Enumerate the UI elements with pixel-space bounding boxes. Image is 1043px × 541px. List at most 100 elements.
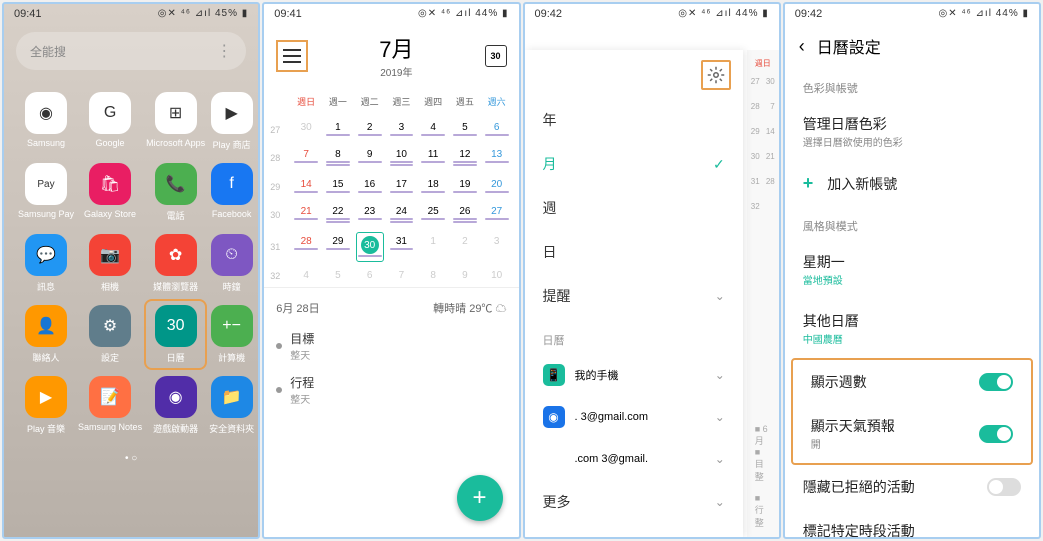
more-icon[interactable]: ⋮ bbox=[216, 41, 232, 61]
view-提醒[interactable]: 提醒⌄ bbox=[525, 274, 743, 318]
app-Samsung Pay[interactable]: PaySamsung Pay bbox=[16, 157, 76, 228]
setting-顯示週數[interactable]: 顯示週數 bbox=[793, 360, 1031, 404]
calendar-grid[interactable]: 2730123456287891011121329141516171819203… bbox=[264, 116, 518, 287]
calendar-day[interactable]: 13 bbox=[481, 143, 513, 173]
calendar-day[interactable]: 2 bbox=[354, 116, 386, 143]
account-item[interactable]: ◉. 3@gmail.com⌄ bbox=[525, 396, 743, 438]
calendar-day[interactable]: 3 bbox=[386, 116, 418, 143]
calendar-day[interactable]: 29 bbox=[322, 230, 354, 264]
app-Microsoft Apps[interactable]: ⊞Microsoft Apps bbox=[144, 86, 207, 157]
setting-隱藏已拒絕的活動[interactable]: 隱藏已拒絕的活動 bbox=[785, 465, 1039, 509]
app-icon: 🛍 bbox=[89, 163, 131, 205]
calendar-day[interactable]: 4 bbox=[417, 116, 449, 143]
calendar-day[interactable]: 23 bbox=[354, 200, 386, 230]
app-計算機[interactable]: +−計算機 bbox=[207, 299, 256, 370]
toggle-switch[interactable] bbox=[987, 478, 1021, 496]
app-icon: ▶ bbox=[25, 376, 67, 418]
view-月[interactable]: 月 bbox=[525, 142, 743, 186]
app-Play 音樂[interactable]: ▶Play 音樂 bbox=[16, 370, 76, 441]
toggle-switch[interactable] bbox=[979, 373, 1013, 391]
event-item[interactable]: 行程整天 bbox=[276, 368, 506, 412]
back-icon[interactable]: ‹ bbox=[799, 36, 805, 57]
app-Galaxy Store[interactable]: 🛍Galaxy Store bbox=[76, 157, 144, 228]
calendar-day[interactable]: 8 bbox=[322, 143, 354, 173]
app-icon: 📁 bbox=[211, 376, 253, 418]
calendar-day[interactable]: 5 bbox=[449, 116, 481, 143]
setting-星期一[interactable]: 星期一當地預設 bbox=[785, 240, 1039, 299]
settings-icon[interactable] bbox=[701, 60, 731, 90]
drawer-search[interactable]: 搜尋 bbox=[525, 524, 743, 537]
calendar-day[interactable]: 25 bbox=[417, 200, 449, 230]
calendar-day[interactable]: 2 bbox=[449, 230, 481, 264]
calendar-day[interactable]: 21 bbox=[290, 200, 322, 230]
app-Facebook[interactable]: fFacebook bbox=[207, 157, 256, 228]
calendar-day[interactable]: 6 bbox=[481, 116, 513, 143]
app-日曆[interactable]: 30日曆 bbox=[144, 299, 207, 370]
calendar-day[interactable]: 6 bbox=[354, 264, 386, 287]
app-Google[interactable]: GGoogle bbox=[76, 86, 144, 157]
calendar-day[interactable]: 8 bbox=[417, 264, 449, 287]
search-bar[interactable]: 全能搜 ⋮ bbox=[16, 32, 246, 70]
account-item[interactable]: 📱我的手機⌄ bbox=[525, 354, 743, 396]
settings-list[interactable]: 色彩與帳號管理日曆色彩選擇日曆欲使用的色彩+加入新帳號風格與模式星期一當地預設其… bbox=[785, 68, 1039, 537]
calendar-day[interactable]: 4 bbox=[290, 264, 322, 287]
calendar-day[interactable]: 9 bbox=[354, 143, 386, 173]
calendar-day[interactable]: 9 bbox=[449, 264, 481, 287]
calendar-day[interactable]: 20 bbox=[481, 173, 513, 200]
app-安全資料夾[interactable]: 📁安全資料夾 bbox=[207, 370, 256, 441]
calendar-day[interactable]: 14 bbox=[290, 173, 322, 200]
calendar-day[interactable]: 5 bbox=[322, 264, 354, 287]
calendar-day[interactable]: 26 bbox=[449, 200, 481, 230]
calendar-day[interactable]: 3 bbox=[481, 230, 513, 264]
setting-加入新帳號[interactable]: +加入新帳號 bbox=[785, 161, 1039, 206]
calendar-day[interactable]: 1 bbox=[322, 116, 354, 143]
app-Samsung[interactable]: ◉Samsung bbox=[16, 86, 76, 157]
calendar-day[interactable]: 7 bbox=[290, 143, 322, 173]
add-event-button[interactable]: + bbox=[457, 475, 503, 521]
setting-其他日曆[interactable]: 其他日曆中國農曆 bbox=[785, 299, 1039, 358]
view-年[interactable]: 年 bbox=[525, 98, 743, 142]
calendar-day[interactable]: 17 bbox=[386, 173, 418, 200]
calendar-day[interactable]: 1 bbox=[417, 230, 449, 264]
menu-icon[interactable] bbox=[276, 40, 308, 72]
drawer-more[interactable]: 更多⌄ bbox=[525, 480, 743, 524]
calendar-day[interactable]: 30 bbox=[290, 116, 322, 143]
calendar-day[interactable]: 16 bbox=[354, 173, 386, 200]
calendar-day[interactable]: 30 bbox=[354, 230, 386, 264]
today-button[interactable]: 30 bbox=[485, 45, 507, 67]
calendar-title[interactable]: 7月 2019年 bbox=[308, 32, 484, 79]
calendar-day[interactable]: 22 bbox=[322, 200, 354, 230]
calendar-day[interactable]: 15 bbox=[322, 173, 354, 200]
setting-顯示天氣預報[interactable]: 顯示天氣預報開 bbox=[793, 404, 1031, 463]
calendar-day[interactable]: 10 bbox=[386, 143, 418, 173]
view-週[interactable]: 週 bbox=[525, 186, 743, 230]
view-日[interactable]: 日 bbox=[525, 230, 743, 274]
setting-管理日曆色彩[interactable]: 管理日曆色彩選擇日曆欲使用的色彩 bbox=[785, 102, 1039, 161]
app-icon: 📞 bbox=[155, 163, 197, 205]
app-聯絡人[interactable]: 👤聯絡人 bbox=[16, 299, 76, 370]
app-Samsung Notes[interactable]: 📝Samsung Notes bbox=[76, 370, 144, 441]
calendar-day[interactable]: 11 bbox=[417, 143, 449, 173]
calendar-day[interactable]: 7 bbox=[386, 264, 418, 287]
calendar-day[interactable]: 19 bbox=[449, 173, 481, 200]
app-電話[interactable]: 📞電話 bbox=[144, 157, 207, 228]
account-item[interactable]: G.com 3@gmail.⌄ bbox=[525, 438, 743, 480]
app-媒體瀏覽器[interactable]: ✿媒體瀏覽器 bbox=[144, 228, 207, 299]
toggle-switch[interactable] bbox=[979, 425, 1013, 443]
app-時鐘[interactable]: ⏲時鐘 bbox=[207, 228, 256, 299]
calendar-day[interactable]: 27 bbox=[481, 200, 513, 230]
app-訊息[interactable]: 💬訊息 bbox=[16, 228, 76, 299]
calendar-day[interactable]: 31 bbox=[386, 230, 418, 264]
calendar-day[interactable]: 18 bbox=[417, 173, 449, 200]
calendar-day[interactable]: 28 bbox=[290, 230, 322, 264]
calendar-day[interactable]: 24 bbox=[386, 200, 418, 230]
app-相機[interactable]: 📷相機 bbox=[76, 228, 144, 299]
calendar-day[interactable]: 12 bbox=[449, 143, 481, 173]
app-設定[interactable]: ⚙設定 bbox=[76, 299, 144, 370]
app-Play 商店[interactable]: ▶Play 商店 bbox=[207, 86, 256, 157]
calendar-header: 7月 2019年 30 bbox=[264, 24, 518, 87]
calendar-day[interactable]: 10 bbox=[481, 264, 513, 287]
event-item[interactable]: 目標整天 bbox=[276, 324, 506, 368]
app-遊戲啟動器[interactable]: ◉遊戲啟動器 bbox=[144, 370, 207, 441]
setting-標記特定時段活動[interactable]: 標記特定時段活動針對月份檢視中為期短於一天的活動顯示色彩標記。 bbox=[785, 509, 1039, 537]
